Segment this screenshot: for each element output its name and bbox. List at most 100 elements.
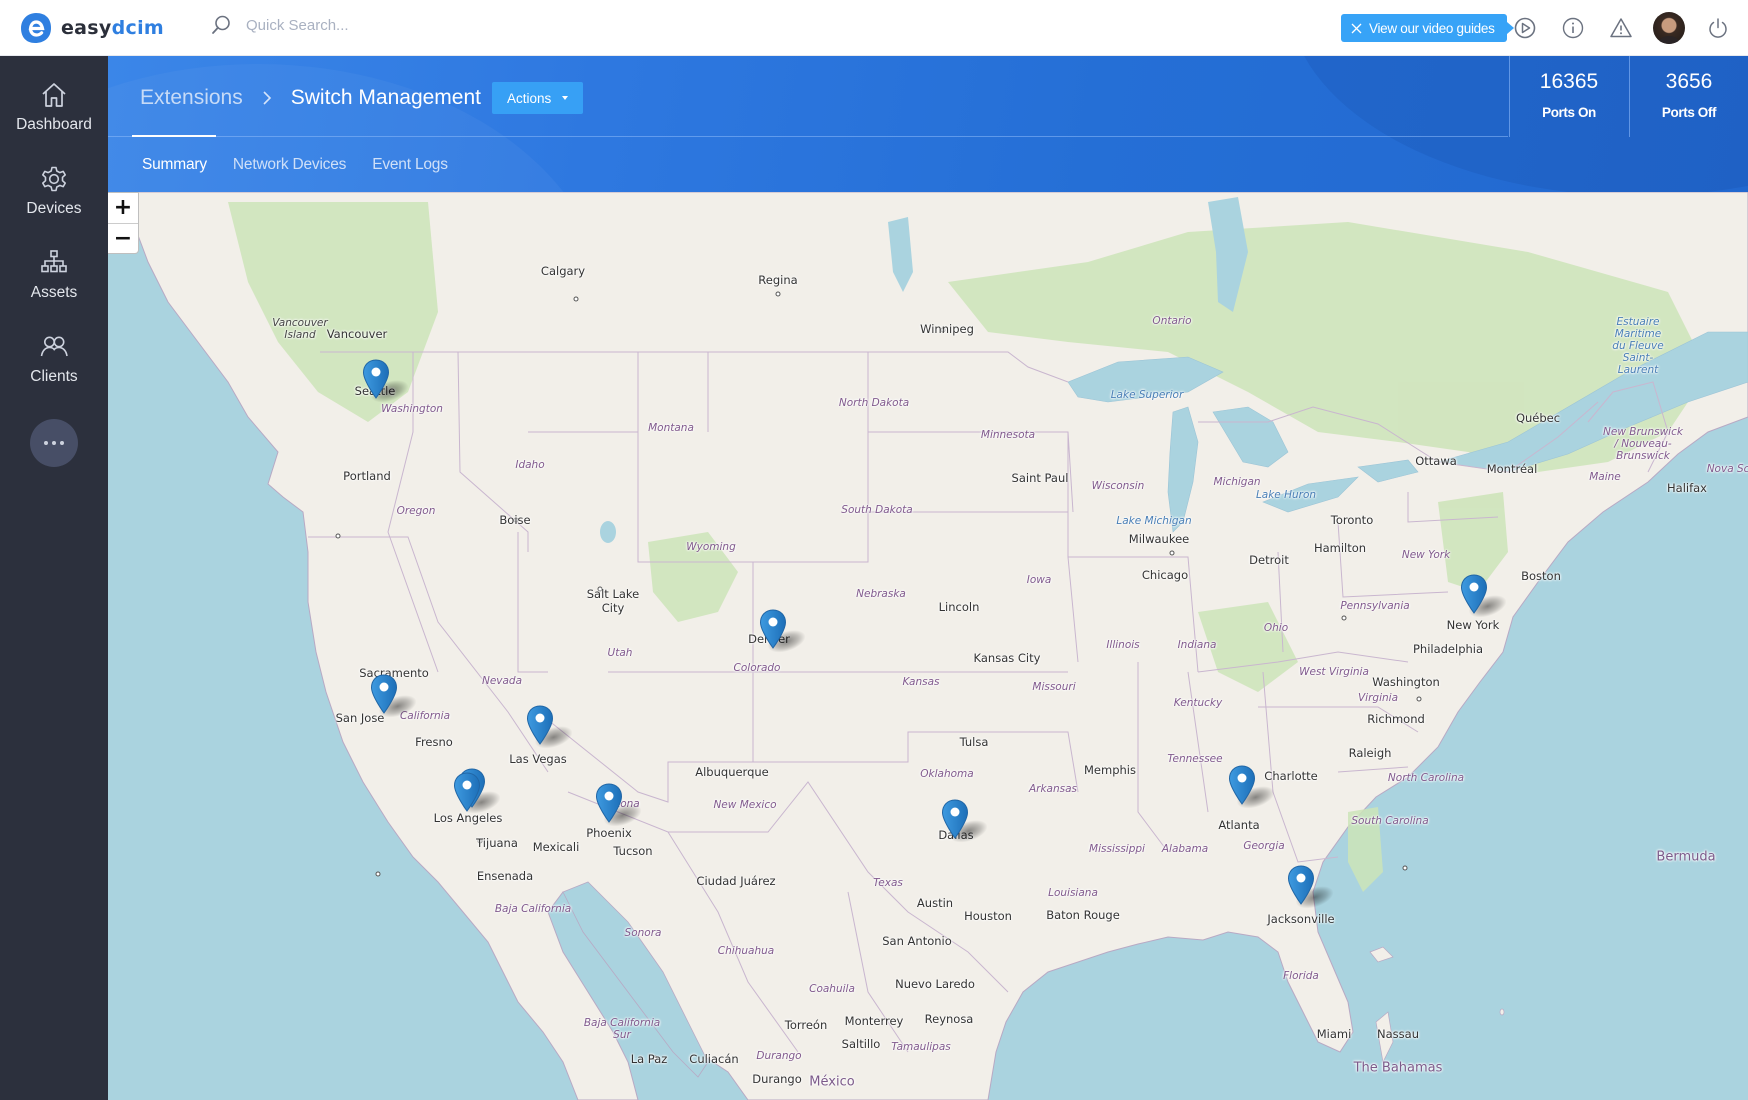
video-guides-label: View our video guides <box>1369 20 1495 36</box>
region-label: Tennessee <box>1167 753 1223 765</box>
map-marker-jacksonville[interactable] <box>1287 865 1315 905</box>
city-label: Milwaukee <box>1128 532 1190 546</box>
city-label: Hamilton <box>1313 541 1367 555</box>
city-label: Austin <box>916 896 954 910</box>
map-marker-seattle[interactable] <box>362 359 390 399</box>
page-header: Extensions Switch Management Actions Sum… <box>108 56 1748 192</box>
city-label: Regina <box>758 273 798 287</box>
tab-summary[interactable]: Summary <box>142 156 207 174</box>
sidebar-item-clients[interactable]: Clients <box>0 332 108 404</box>
city-label: Toronto <box>1330 513 1374 527</box>
tab-network-devices[interactable]: Network Devices <box>233 156 346 174</box>
map-marker-phoenix[interactable] <box>595 783 623 823</box>
city-label: Jacksonville <box>1267 912 1335 926</box>
tab-event-logs[interactable]: Event Logs <box>372 156 448 174</box>
region-label: Baja California <box>494 903 572 915</box>
search-icon[interactable] <box>210 14 232 36</box>
country-label: The Bahamas <box>1353 1060 1443 1076</box>
city-label: Calgary <box>540 264 586 278</box>
region-label: North Dakota <box>838 397 910 409</box>
sidebar-item-devices[interactable]: Devices <box>0 164 108 236</box>
region-label: Texas <box>873 877 903 889</box>
close-icon[interactable] <box>1351 23 1362 34</box>
city-label: Richmond <box>1367 712 1425 726</box>
video-guides-button[interactable]: View our video guides <box>1341 14 1514 42</box>
islands <box>1369 946 1505 1064</box>
warning-icon[interactable] <box>1609 16 1633 40</box>
play-circle-icon[interactable] <box>1513 16 1537 40</box>
city-label: Montréal <box>1486 462 1538 476</box>
region-label: Michigan <box>1213 476 1261 488</box>
city-label: Phoenix <box>586 826 632 840</box>
city-label: Charlotte <box>1264 769 1318 783</box>
region-label: Kentucky <box>1173 697 1223 709</box>
stat-ports-off: 3656 Ports Off <box>1629 56 1748 137</box>
country-label: México <box>809 1074 855 1090</box>
map-view[interactable]: + − Calgary Regina Winnipeg Vancouver Se… <box>108 192 1748 1100</box>
city-dot <box>775 291 781 297</box>
city-label: Miami <box>1316 1027 1352 1041</box>
avatar[interactable] <box>1653 12 1685 44</box>
stat-label: Ports Off <box>1661 105 1717 120</box>
sidebar-item-label: Assets <box>30 284 78 301</box>
logo-text: easydcim <box>61 17 164 39</box>
region-label: Pennsylvania <box>1340 600 1410 612</box>
power-icon[interactable] <box>1706 16 1730 40</box>
region-label: Baja California Sur <box>583 1017 661 1041</box>
city-label: Las Vegas <box>509 752 567 766</box>
zoom-out-button[interactable]: − <box>108 223 138 253</box>
city-dot <box>1402 865 1408 871</box>
region-label: Wyoming <box>686 541 736 553</box>
breadcrumb-extensions[interactable]: Extensions <box>140 86 243 110</box>
breadcrumb: Extensions Switch Management Actions <box>140 82 584 114</box>
sidebar-item-label: Dashboard <box>16 116 92 133</box>
region-label: South Carolina <box>1351 815 1429 827</box>
map-marker-los-angeles[interactable] <box>453 772 481 812</box>
region-label: Vancouver Island <box>272 317 328 341</box>
city-label: Torreón <box>784 1018 828 1032</box>
sitemap-icon <box>41 250 67 273</box>
city-label: Boston <box>1521 569 1561 583</box>
users-icon <box>40 336 68 357</box>
map-marker-dallas[interactable] <box>941 799 969 839</box>
city-label: Monterrey <box>844 1014 904 1028</box>
city-label: Baton Rouge <box>1046 908 1120 922</box>
map-marker-new-york[interactable] <box>1460 574 1488 614</box>
logo-text-easy: easy <box>61 17 112 39</box>
city-dot <box>335 533 341 539</box>
city-label: Ensenada <box>476 869 534 883</box>
map-marker-san-jose[interactable] <box>370 674 398 714</box>
actions-dropdown-button[interactable]: Actions <box>492 82 584 114</box>
info-icon[interactable] <box>1561 16 1585 40</box>
city-label: Boise <box>499 513 531 527</box>
region-label: North Carolina <box>1387 772 1465 784</box>
city-label: Culiacán <box>689 1052 739 1066</box>
gear-icon <box>42 166 66 192</box>
city-label: San Antonio <box>882 934 952 948</box>
zoom-in-button[interactable]: + <box>108 193 138 223</box>
region-label: New Brunswick / Nouveau-Brunswick <box>1603 426 1683 462</box>
search-input[interactable] <box>246 16 506 34</box>
logo[interactable]: easydcim <box>19 11 164 45</box>
sidebar-item-dashboard[interactable]: Dashboard <box>0 80 108 152</box>
city-label: Detroit <box>1249 553 1289 567</box>
more-button[interactable] <box>30 419 78 467</box>
city-label: Memphis <box>1084 763 1136 777</box>
region-label: Arkansas <box>1028 783 1078 795</box>
region-label: Minnesota <box>980 429 1036 441</box>
region-label: West Virginia <box>1299 666 1369 678</box>
city-label: Vancouver <box>326 327 388 341</box>
region-label: Montana <box>648 422 694 434</box>
city-label: Québec <box>1515 411 1561 425</box>
sidebar-item-assets[interactable]: Assets <box>0 248 108 320</box>
stat-ports-on: 16365 Ports On <box>1509 56 1628 137</box>
more-horizontal-icon <box>52 441 56 445</box>
region-label: Kansas <box>902 676 940 688</box>
city-label: Atlanta <box>1218 818 1260 832</box>
zoom-control: + − <box>108 192 139 254</box>
city-label: Fresno <box>415 735 453 749</box>
map-marker-denver[interactable] <box>759 609 787 649</box>
water-label: Lake Michigan <box>1116 515 1192 527</box>
map-marker-las-vegas[interactable] <box>526 705 554 745</box>
map-marker-atlanta[interactable] <box>1228 765 1256 805</box>
